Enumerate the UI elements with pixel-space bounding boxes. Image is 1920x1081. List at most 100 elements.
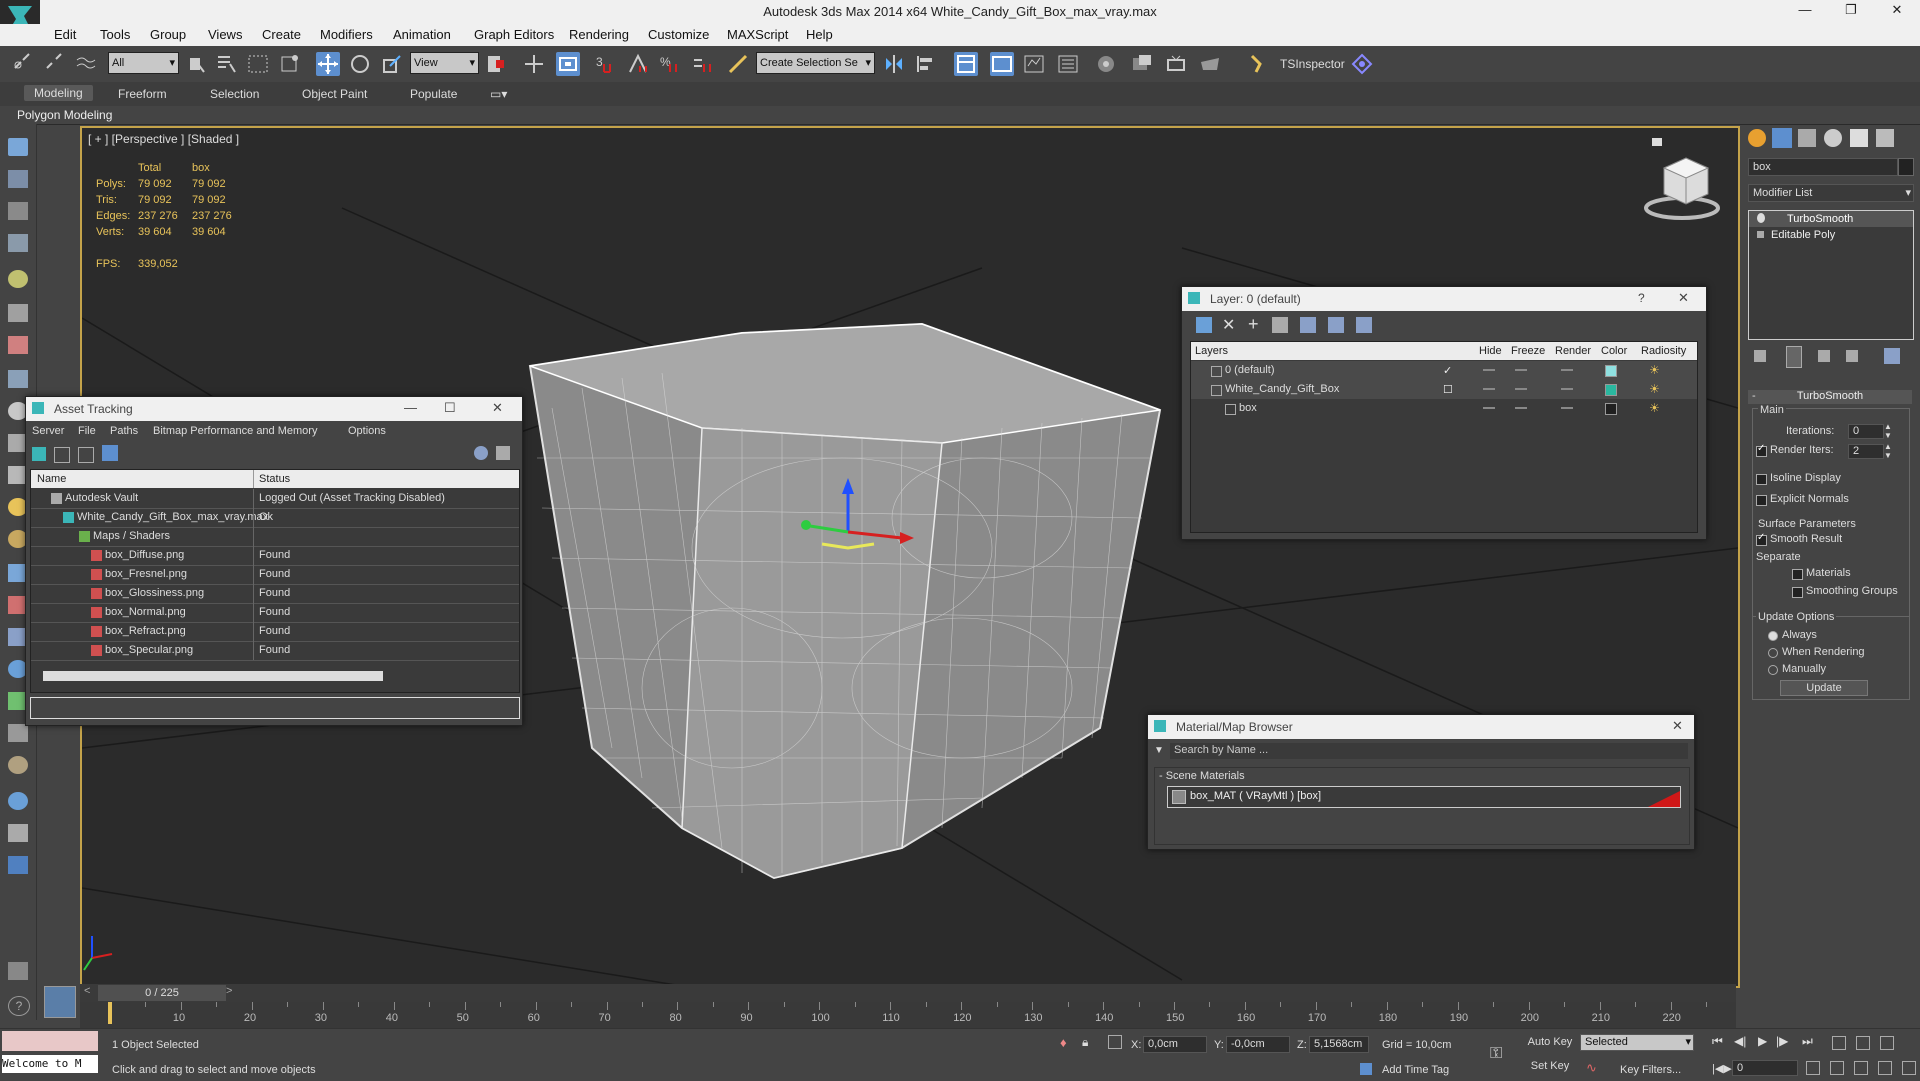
spinner-snap-icon[interactable] — [690, 52, 714, 76]
z-coordinate-field[interactable]: 5,1568cm — [1309, 1036, 1369, 1053]
camera-icon[interactable] — [8, 304, 28, 322]
select-objects-icon[interactable] — [1272, 317, 1288, 333]
maxscript-listener-pink[interactable] — [2, 1031, 98, 1051]
tsinspector-icon[interactable] — [1246, 52, 1270, 76]
material-editor-icon[interactable] — [1130, 52, 1154, 76]
column-radiosity[interactable]: Radiosity — [1641, 345, 1686, 357]
curve-editor-icon[interactable] — [1056, 52, 1080, 76]
help-icon[interactable]: ? — [1638, 291, 1645, 305]
iterations-spinner[interactable]: 0 — [1848, 424, 1884, 439]
track-bar[interactable]: 10 20 30 40 50 60 70 80 90 100 110 120 130 140 150 160 1… — [80, 1002, 1736, 1028]
current-frame-marker[interactable] — [108, 1002, 112, 1024]
viewport-lock-icon[interactable] — [1652, 138, 1662, 146]
key-icon[interactable]: ⚿ — [1490, 1045, 1502, 1063]
restore-icon[interactable]: ❐ — [1836, 2, 1866, 22]
select-by-name-icon[interactable] — [214, 52, 238, 76]
column-layers[interactable]: Layers — [1195, 345, 1228, 357]
table-row[interactable]: box_Specular.png Found — [31, 641, 519, 661]
maximize-viewport-icon[interactable] — [1880, 1036, 1894, 1050]
tab-selection[interactable]: Selection — [210, 87, 259, 101]
table-row[interactable]: box_Fresnel.png Found — [31, 565, 519, 585]
maxscript-listener-input[interactable]: Welcome to M — [2, 1055, 98, 1073]
layer-row[interactable]: White_Candy_Gift_Box ☐ ☀ — [1191, 380, 1697, 399]
expand-icon[interactable] — [1757, 231, 1764, 238]
isoline-display-checkbox[interactable] — [1756, 474, 1767, 485]
when-rendering-radio[interactable] — [1768, 648, 1778, 658]
active-layer-toggle[interactable]: ☐ — [1443, 383, 1453, 396]
menu-customize[interactable]: Customize — [648, 27, 709, 42]
column-status[interactable]: Status — [259, 473, 290, 485]
freeze-toggle[interactable] — [1515, 407, 1527, 409]
render-icon[interactable] — [8, 824, 28, 842]
menu-group[interactable]: Group — [150, 27, 186, 42]
table-row[interactable]: box_Diffuse.png Found — [31, 546, 519, 566]
hide-toggle[interactable] — [1483, 388, 1495, 390]
column-hide[interactable]: Hide — [1479, 345, 1502, 357]
column-freeze[interactable]: Freeze — [1511, 345, 1545, 357]
material-search-input[interactable]: Search by Name ... — [1170, 743, 1688, 759]
hide-all-icon[interactable] — [1328, 317, 1344, 333]
freeze-toggle[interactable] — [1515, 388, 1527, 390]
render-toggle-icon[interactable] — [1561, 388, 1573, 390]
show-end-result-icon[interactable] — [1786, 346, 1802, 368]
settings-icon[interactable] — [496, 446, 510, 460]
toggle-layer-explorer-icon[interactable] — [990, 52, 1014, 76]
delete-layer-icon[interactable]: ✕ — [1222, 315, 1235, 335]
tsinspector-label[interactable]: TSInspector — [1280, 57, 1345, 71]
mirror-icon[interactable] — [882, 52, 906, 76]
menu-maxscript[interactable]: MAXScript — [727, 27, 788, 42]
key-mode-dropdown[interactable]: Selected ▾ — [1580, 1034, 1694, 1051]
reference-coord-dropdown[interactable]: View ▾ — [410, 52, 479, 74]
display-tab-icon[interactable] — [1850, 129, 1868, 147]
layer-color-swatch[interactable] — [1605, 403, 1617, 415]
radiosity-icon[interactable]: ☀ — [1649, 382, 1660, 396]
hide-toggle[interactable] — [1483, 407, 1495, 409]
material-item[interactable]: box_MAT ( VRayMtl ) [box] — [1167, 786, 1681, 808]
freeze-toggle[interactable] — [1515, 369, 1527, 371]
field-of-view-icon[interactable] — [1854, 1061, 1868, 1075]
set-key-button[interactable]: Set Key — [1524, 1057, 1576, 1075]
add-to-layer-icon[interactable]: + — [1248, 314, 1259, 335]
zoom-icon[interactable] — [1830, 1061, 1844, 1075]
close-icon[interactable]: ✕ — [492, 400, 503, 416]
tab-freeform[interactable]: Freeform — [118, 87, 167, 101]
current-frame-field[interactable]: 0 — [1732, 1060, 1798, 1076]
menu-file[interactable]: File — [78, 425, 96, 437]
menu-edit[interactable]: Edit — [54, 27, 76, 42]
menu-create[interactable]: Create — [262, 27, 301, 42]
layer-manager-icon[interactable] — [8, 202, 28, 220]
edit-named-selection-icon[interactable] — [726, 52, 750, 76]
time-slider-thumb[interactable]: 0 / 225 — [98, 985, 226, 1001]
create-tab-icon[interactable] — [1748, 129, 1766, 147]
next-frame-icon[interactable]: |▶ — [1776, 1034, 1788, 1048]
render-production-icon[interactable] — [1198, 52, 1222, 76]
close-icon[interactable]: ✕ — [1678, 290, 1689, 306]
column-name[interactable]: Name — [37, 473, 66, 485]
horizontal-scrollbar[interactable] — [31, 668, 519, 684]
time-next-icon[interactable]: > — [226, 985, 232, 997]
smooth-result-checkbox[interactable] — [1756, 532, 1767, 546]
list-view-icon[interactable] — [54, 447, 70, 463]
render-toggle-icon[interactable] — [1561, 407, 1573, 409]
utility-icon[interactable] — [8, 962, 28, 980]
layer-row[interactable]: 0 (default) ✓ ☀ — [1191, 361, 1697, 380]
turbosmooth-rollout-header[interactable]: - TurboSmooth — [1748, 390, 1912, 404]
utilities-tab-icon[interactable] — [1876, 129, 1894, 147]
lightbulb-icon[interactable] — [1757, 213, 1765, 223]
absolute-mode-icon[interactable] — [1108, 1035, 1122, 1049]
object-name-field[interactable]: box — [1748, 158, 1898, 176]
hide-toggle[interactable] — [1483, 369, 1495, 371]
time-prev-icon[interactable]: < — [84, 985, 90, 997]
asset-tracking-titlebar[interactable]: Asset Tracking — ☐ ✕ — [26, 397, 522, 421]
previous-frame-icon[interactable]: ◀| — [1734, 1034, 1746, 1048]
material-browser-titlebar[interactable]: Material/Map Browser ✕ — [1148, 715, 1694, 739]
light-icon[interactable] — [8, 270, 28, 288]
manually-radio[interactable] — [1768, 665, 1778, 675]
explicit-normals-checkbox[interactable] — [1756, 495, 1767, 506]
unlink-icon[interactable] — [42, 52, 66, 76]
select-and-move-icon[interactable] — [316, 52, 340, 76]
select-manipulate-icon[interactable] — [522, 52, 546, 76]
select-and-scale-icon[interactable] — [380, 52, 404, 76]
keyboard-shortcut-override-icon[interactable] — [556, 52, 580, 76]
named-selection-dropdown[interactable]: Create Selection Se ▾ — [756, 52, 875, 74]
